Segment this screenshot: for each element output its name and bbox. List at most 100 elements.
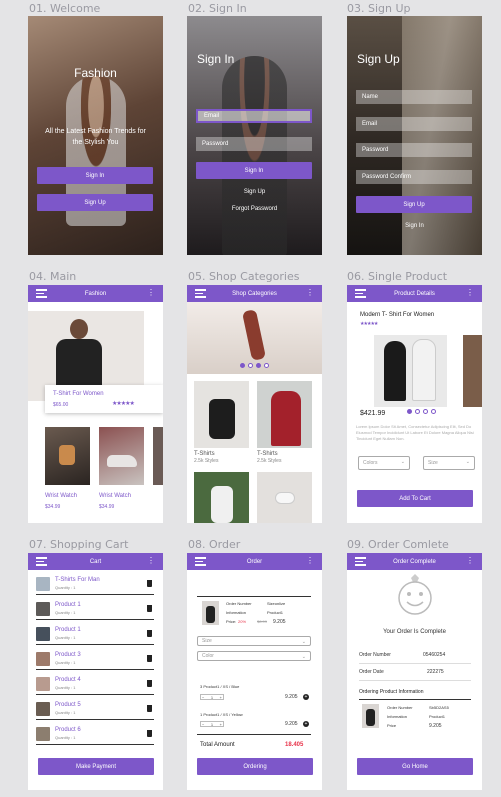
trash-icon[interactable] bbox=[147, 680, 152, 687]
cart-item[interactable]: Product 1 Quantity : 1 bbox=[36, 625, 154, 645]
hamburger-icon[interactable] bbox=[195, 557, 206, 566]
welcome-sign-up-button[interactable]: Sign Up bbox=[37, 194, 153, 211]
sign-in-button[interactable]: Sign In bbox=[196, 162, 312, 179]
category-name-2: T-Shirts bbox=[257, 451, 278, 457]
complete-order-number: 05460254 bbox=[423, 652, 446, 658]
caption-sign-up: 03. Sign Up bbox=[347, 2, 411, 15]
cart-item-quantity: Quantity : 1 bbox=[55, 585, 76, 590]
sign-up-name-input[interactable]: Name bbox=[356, 90, 472, 104]
caption-sign-in: 02. Sign In bbox=[188, 2, 247, 15]
hamburger-icon[interactable] bbox=[355, 557, 366, 566]
cart-item[interactable]: Product 3 Quantity : 1 bbox=[36, 650, 154, 670]
forgot-password-link[interactable]: Forgot Password bbox=[187, 206, 322, 212]
caption-order: 08. Order bbox=[188, 538, 241, 551]
cart-item[interactable]: Product 1 Quantity : 1 bbox=[36, 600, 154, 620]
screen-single-product: Product Details ⋮ Modern T- Shirt For Wo… bbox=[347, 285, 482, 523]
cart-item[interactable]: Product 5 Quantity : 1 bbox=[36, 700, 154, 720]
order-size-select[interactable]: Size ⌄ bbox=[197, 636, 311, 646]
featured-product-card[interactable]: T-Shirt For Women $65.00 ★★★★★ bbox=[45, 385, 163, 413]
cart-item-name: Product 6 bbox=[55, 727, 81, 733]
kebab-icon[interactable]: ⋮ bbox=[147, 288, 155, 297]
cart-item-thumbnail bbox=[36, 727, 50, 741]
sign-up-email-input[interactable]: Email bbox=[356, 117, 472, 131]
order-color-value: Color bbox=[202, 653, 214, 659]
featured-product-name: T-Shirt For Women bbox=[53, 391, 104, 397]
sign-up-password-input[interactable]: Password bbox=[356, 143, 472, 157]
sign-in-model-photo bbox=[222, 56, 287, 255]
caption-welcome: 01. Welcome bbox=[29, 2, 101, 15]
hamburger-icon[interactable] bbox=[195, 289, 206, 298]
category-photo-4[interactable] bbox=[257, 472, 312, 523]
divider bbox=[197, 596, 311, 597]
cart-item[interactable]: Product 4 Quantity : 1 bbox=[36, 675, 154, 695]
make-payment-button[interactable]: Make Payment bbox=[38, 758, 154, 775]
plus-icon[interactable]: + bbox=[303, 694, 309, 700]
product-price: $421.99 bbox=[360, 410, 386, 417]
order-info-label: Information bbox=[226, 610, 247, 615]
divider bbox=[197, 734, 311, 735]
ordering-info-title: Ordering Product Information bbox=[359, 689, 424, 695]
trash-icon[interactable] bbox=[147, 655, 152, 662]
category-photo-2[interactable] bbox=[257, 381, 312, 448]
order-color-select[interactable]: Color ⌄ bbox=[197, 651, 311, 661]
category-photo-1[interactable] bbox=[194, 381, 249, 448]
order-line-price-2: 9.205 bbox=[285, 721, 298, 727]
product-price-2: $34.99 bbox=[99, 504, 115, 510]
product-main-photo[interactable] bbox=[374, 335, 447, 407]
trash-icon[interactable] bbox=[147, 730, 152, 737]
product-next-photo[interactable] bbox=[463, 335, 482, 407]
kebab-icon[interactable]: ⋮ bbox=[466, 556, 474, 565]
sign-in-password-input[interactable]: Password bbox=[196, 137, 312, 151]
complete-detail-info: Product1 bbox=[429, 714, 446, 719]
hamburger-icon[interactable] bbox=[36, 289, 47, 298]
category-photo-3[interactable] bbox=[194, 472, 249, 523]
size-select[interactable]: Size ⌄ bbox=[423, 456, 475, 470]
sign-up-confirm-input[interactable]: Password Confirm bbox=[356, 170, 472, 184]
banner-pagination[interactable] bbox=[240, 363, 269, 368]
trash-icon[interactable] bbox=[147, 705, 152, 712]
sign-in-email-input[interactable]: Email bbox=[196, 109, 312, 123]
trash-icon[interactable] bbox=[147, 605, 152, 612]
quantity-stepper[interactable]: −1 + bbox=[200, 721, 224, 727]
categories-header: Shop Categories ⋮ bbox=[187, 285, 322, 302]
add-to-cart-button[interactable]: Add To Cart bbox=[357, 490, 473, 507]
kebab-icon[interactable]: ⋮ bbox=[466, 288, 474, 297]
main-header: Fashion ⋮ bbox=[28, 285, 163, 302]
screen-welcome: Fashion All the Latest Fashion Trends fo… bbox=[28, 16, 163, 255]
caption-main: 04. Main bbox=[29, 270, 77, 283]
hamburger-icon[interactable] bbox=[36, 557, 47, 566]
order-header: Order ⋮ bbox=[187, 553, 322, 570]
cart-item[interactable]: T-Shirts For Man Quantity : 1 bbox=[36, 575, 154, 595]
complete-header: Order Complete ⋮ bbox=[347, 553, 482, 570]
trash-icon[interactable] bbox=[147, 630, 152, 637]
quantity-stepper[interactable]: −1 + bbox=[200, 694, 224, 700]
kebab-icon[interactable]: ⋮ bbox=[147, 556, 155, 565]
plus-icon[interactable]: + bbox=[303, 721, 309, 727]
go-home-button[interactable]: Go Home bbox=[357, 758, 473, 775]
hamburger-icon[interactable] bbox=[355, 289, 366, 298]
kebab-icon[interactable]: ⋮ bbox=[306, 288, 314, 297]
complete-detail-info-label: Information bbox=[387, 714, 408, 719]
product-name: Modern T- Shirt For Women bbox=[360, 312, 435, 318]
color-select[interactable]: Colors ⌄ bbox=[358, 456, 410, 470]
product-rating: ★★★★★ bbox=[360, 321, 378, 327]
cart-item-quantity: Quantity : 1 bbox=[55, 735, 76, 740]
product-gallery-pagination[interactable] bbox=[407, 409, 436, 414]
trash-icon[interactable] bbox=[147, 580, 152, 587]
order-price-label: Price: bbox=[226, 619, 237, 624]
product-photo-3[interactable] bbox=[153, 427, 163, 485]
welcome-sign-in-button[interactable]: Sign In bbox=[37, 167, 153, 184]
complete-order-date: 222275 bbox=[427, 669, 444, 675]
sign-up-button[interactable]: Sign Up bbox=[356, 196, 472, 213]
cart-item[interactable]: Product 6 Quantity : 1 bbox=[36, 725, 154, 745]
caption-shopping-cart: 07. Shopping Cart bbox=[29, 538, 129, 551]
sign-up-sign-in-link[interactable]: Sign In bbox=[347, 223, 482, 229]
product-photo-2[interactable] bbox=[99, 427, 144, 485]
sign-in-sign-up-link[interactable]: Sign Up bbox=[187, 189, 322, 195]
ordering-button[interactable]: Ordering bbox=[197, 758, 313, 775]
caption-order-complete: 09. Order Comlete bbox=[347, 538, 449, 551]
product-photo-1[interactable] bbox=[45, 427, 90, 485]
product-name-1: Wrist Watch bbox=[45, 493, 78, 499]
order-size-value: Size bbox=[202, 638, 212, 644]
kebab-icon[interactable]: ⋮ bbox=[306, 556, 314, 565]
